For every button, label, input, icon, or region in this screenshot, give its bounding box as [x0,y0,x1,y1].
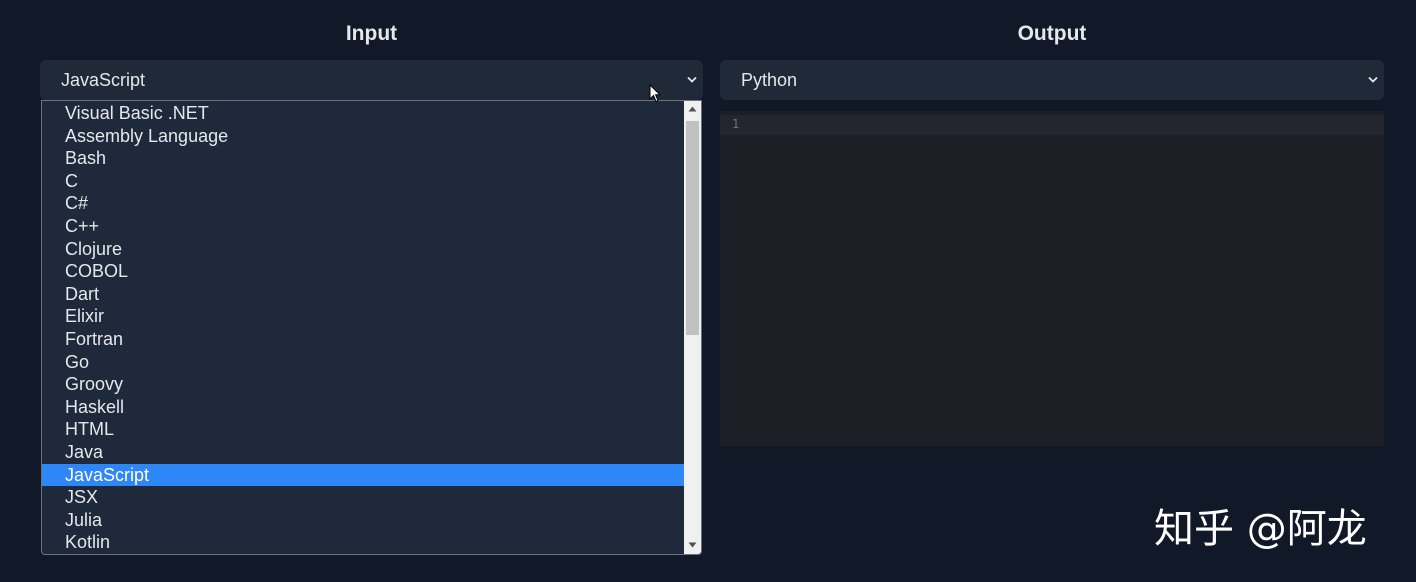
chevron-down-icon [1368,60,1378,100]
dropdown-option[interactable]: Bash [42,147,684,170]
dropdown-option[interactable]: Dart [42,283,684,306]
dropdown-option[interactable]: Clojure [42,238,684,261]
dropdown-option[interactable]: JSX [42,486,684,509]
input-language-dropdown[interactable]: Visual Basic .NET Assembly Language Bash C C… [41,100,702,555]
output-selected-value: Python [741,70,798,90]
dropdown-scrollbar[interactable] [684,101,701,554]
dropdown-option[interactable]: HTML [42,418,684,441]
dropdown-option[interactable]: Elixir [42,305,684,328]
line-number: 1 [732,117,740,131]
mouse-pointer-icon [649,83,662,108]
dropdown-option[interactable]: JavaScript [42,463,684,487]
dropdown-option[interactable]: Visual Basic .NET [42,102,684,125]
dropdown-option[interactable]: COBOL [42,260,684,283]
dropdown-option[interactable]: Assembly Language [42,125,684,148]
dropdown-option[interactable]: Kotlin [42,531,684,554]
output-code-editor[interactable]: 1 [720,111,1384,446]
input-selected-value: JavaScript [61,70,146,90]
scrollbar-thumb[interactable] [686,121,699,335]
chevron-down-icon [687,60,697,100]
dropdown-option[interactable]: Java [42,441,684,464]
editor-active-line [720,115,1384,135]
dropdown-option[interactable]: Haskell [42,396,684,419]
dropdown-option[interactable]: C++ [42,215,684,238]
input-title: Input [345,22,398,45]
output-language-select[interactable]: Python [720,60,1384,100]
dropdown-option[interactable]: C [42,170,684,193]
scroll-down-icon[interactable] [684,537,701,554]
output-title: Output [1017,22,1087,45]
dropdown-option[interactable]: Go [42,351,684,374]
watermark-text: 知乎 @阿龙 [1154,506,1367,552]
dropdown-option[interactable]: C# [42,192,684,215]
dropdown-options: Visual Basic .NET Assembly Language Bash C C… [42,102,684,554]
scroll-up-icon[interactable] [684,101,701,118]
dropdown-option[interactable]: Groovy [42,373,684,396]
input-language-select[interactable]: JavaScript [40,60,703,100]
dropdown-option[interactable]: Julia [42,509,684,532]
dropdown-option[interactable]: Fortran [42,328,684,351]
